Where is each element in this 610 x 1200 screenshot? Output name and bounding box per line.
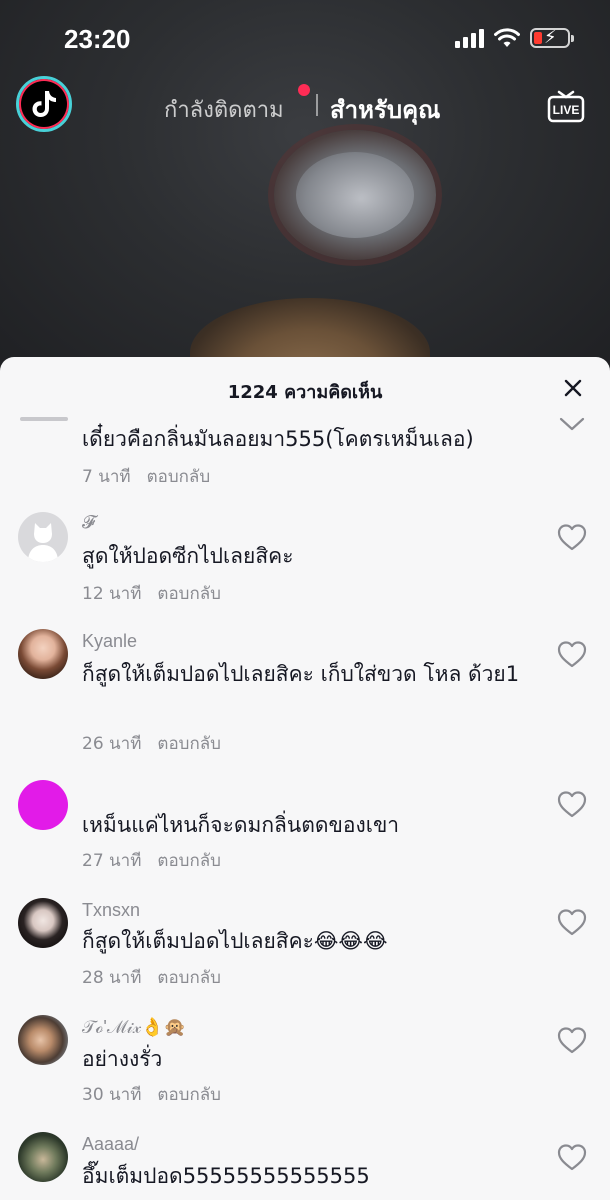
cropped-username	[20, 417, 68, 421]
comment-time: 26 นาที	[82, 734, 142, 754]
battery-charging-icon: ⚡	[530, 27, 574, 48]
heart-icon[interactable]	[556, 1025, 588, 1055]
close-icon	[564, 379, 582, 397]
reply-button[interactable]: ตอบกลับ	[157, 968, 221, 988]
top-navigation: กำลังติดตาม สำหรับคุณ LIVE	[0, 72, 610, 136]
comment-meta: 12 นาที ตอบกลับ	[82, 580, 221, 607]
user-avatar[interactable]	[18, 1015, 68, 1065]
comment-text: ก็สูดให้เต็มปอดไปเลยสิคะ เก็บใส่ขวด โหล …	[82, 662, 520, 686]
user-avatar[interactable]	[18, 1132, 68, 1182]
status-bar: 23:20 ⚡	[0, 0, 610, 70]
comment-time: 30 นาที	[82, 1085, 142, 1105]
chevron-down-icon[interactable]	[556, 409, 588, 439]
comments-header: 1224 ความคิดเห็น	[0, 357, 610, 419]
notification-dot	[298, 84, 310, 96]
comment-username[interactable]: Txnsxn	[82, 900, 140, 921]
heart-icon[interactable]	[556, 789, 588, 819]
wifi-icon	[494, 28, 520, 47]
ceiling-light-image	[274, 130, 436, 260]
reply-button[interactable]: ตอบกลับ	[157, 584, 221, 604]
reply-button[interactable]: ตอบกลับ	[157, 1085, 221, 1105]
comment-meta: 30 นาที ตอบกลับ	[82, 1081, 221, 1108]
heart-icon[interactable]	[556, 639, 588, 669]
comment-time: 27 นาที	[82, 851, 142, 871]
comment-text: เดี๋ยวคือกลิ่นมันลอยมา555(โคตรเหม็นเลอ)	[82, 427, 474, 451]
comment-meta: 27 นาที ตอบกลับ	[82, 847, 221, 874]
status-icons: ⚡	[455, 27, 574, 48]
comment-text: เหม็นแค่ไหนก็จะดมกลิ่นตดของเขา	[82, 813, 400, 837]
comment-text: อย่างงรั่ว	[82, 1047, 163, 1071]
comment-text: อึ๊มเต็มปอด55555555555555	[82, 1164, 370, 1188]
comment-username[interactable]: 𝓕	[82, 512, 95, 533]
comment-time: 7 นาที	[82, 467, 131, 487]
close-button[interactable]	[558, 373, 588, 403]
user-avatar[interactable]	[18, 898, 68, 948]
user-avatar[interactable]	[18, 629, 68, 679]
reply-button[interactable]: ตอบกลับ	[157, 734, 221, 754]
comment-time: 28 นาที	[82, 968, 142, 988]
comment-meta: 26 นาที ตอบกลับ	[82, 730, 221, 757]
comment-text: สูดให้ปอดซีกไปเลยสิคะ	[82, 544, 294, 568]
comments-count-title: 1224 ความคิดเห็น	[227, 382, 383, 403]
comment-time: 12 นาที	[82, 584, 142, 604]
tab-divider	[316, 94, 318, 116]
status-time: 23:20	[64, 24, 131, 54]
comment-username[interactable]: 𝒯ℴ'ℳ𝒾𝓍👌🙊	[82, 1017, 186, 1038]
comment-username[interactable]: Aaaaa/	[82, 1134, 139, 1155]
comment-meta: 28 นาที ตอบกลับ	[82, 964, 221, 991]
comment-meta: 7 นาที ตอบกลับ	[82, 463, 210, 490]
comments-sheet: 1224 ความคิดเห็น เดี๋ยวคือกลิ่นมันลอยมา5…	[0, 357, 610, 1200]
heart-icon[interactable]	[556, 907, 588, 937]
tab-following[interactable]: กำลังติดตาม	[164, 92, 284, 127]
live-icon[interactable]: LIVE	[546, 86, 586, 126]
heart-icon[interactable]	[556, 1142, 588, 1172]
default-avatar[interactable]	[18, 512, 68, 562]
reply-button[interactable]: ตอบกลับ	[157, 851, 221, 871]
heart-icon[interactable]	[556, 522, 588, 552]
tab-for-you[interactable]: สำหรับคุณ	[330, 90, 440, 129]
user-avatar[interactable]	[18, 780, 68, 830]
tiktok-logo-icon[interactable]	[16, 76, 72, 132]
live-label: LIVE	[553, 103, 580, 117]
cellular-signal-icon	[455, 28, 484, 48]
comment-username[interactable]: Kyanle	[82, 631, 137, 652]
user-silhouette-icon	[28, 523, 58, 562]
reply-button[interactable]: ตอบกลับ	[147, 467, 211, 487]
comment-text: ก็สูดให้เต็มปอดไปเลยสิคะ😂😂😂	[82, 929, 388, 953]
